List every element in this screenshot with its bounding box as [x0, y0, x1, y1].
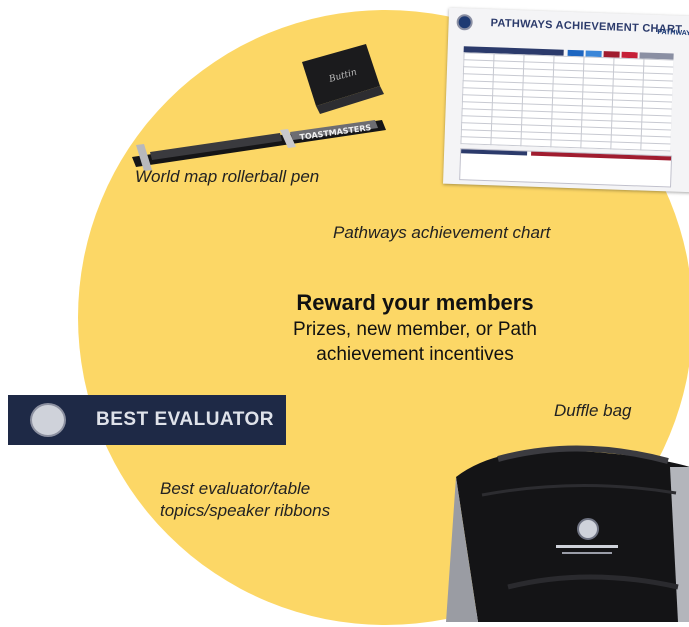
- chart-title: PATHWAYS ACHIEVEMENT CHART: [490, 17, 683, 36]
- duffle-bag-icon: [446, 445, 689, 622]
- chart-brand: PATHWAYS: [657, 28, 689, 38]
- duffle-caption: Duffle bag: [554, 401, 632, 420]
- toastmasters-seal-icon: [30, 403, 66, 437]
- headline-title: Reward your members: [296, 290, 534, 315]
- ribbon-label: BEST EVALUATOR: [96, 409, 275, 430]
- pathways-chart-image: PATHWAYS ACHIEVEMENT CHART PATHWAYS: [443, 7, 689, 193]
- pen-caption: World map rollerball pen: [135, 167, 320, 186]
- ribbon-caption-line-2: topics/speaker ribbons: [160, 501, 331, 520]
- chart-footer-panels: [459, 148, 673, 188]
- pen-icon: TOASTMASTERS: [132, 120, 386, 171]
- best-evaluator-ribbon-image: BEST EVALUATOR: [8, 395, 286, 445]
- pen-box-icon: Buttin: [302, 44, 384, 114]
- headline-subtitle-1: Prizes, new member, or Path: [293, 319, 537, 340]
- toastmasters-logo-icon: [456, 13, 473, 31]
- chart-caption: Pathways achievement chart: [333, 223, 551, 242]
- headline: Reward your members Prizes, new member, …: [200, 289, 630, 367]
- chart-grid: [460, 52, 674, 152]
- duffle-bag-image: [438, 437, 689, 622]
- ribbon-caption-line-1: Best evaluator/table: [160, 479, 311, 498]
- rollerball-pen-image: Buttin TOASTMASTERS: [130, 40, 400, 180]
- headline-subtitle-2: achievement incentives: [316, 344, 514, 365]
- chart-header: PATHWAYS ACHIEVEMENT CHART: [448, 8, 689, 45]
